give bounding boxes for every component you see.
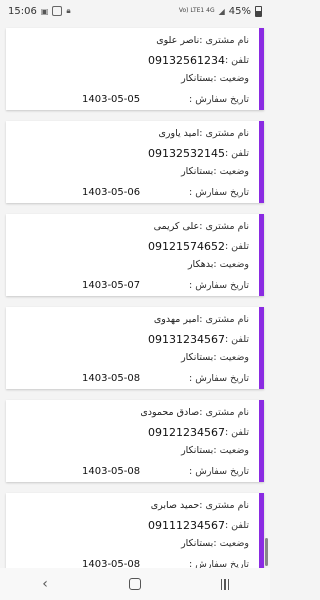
customer-row: نام مشتری : ناصر علوی [156, 35, 249, 46]
signal-icon: ◢ [218, 6, 225, 16]
customer-name: علی کریمی [153, 221, 200, 232]
customer-name: حمید صابری [150, 500, 200, 511]
order-date-label: تاریخ سفارش : [189, 280, 249, 291]
phone-number: 09132561234 [147, 54, 225, 67]
customer-label: نام مشتری : [199, 314, 249, 325]
phone-label: تلفن : [224, 241, 249, 252]
gallery-icon: ▣ [40, 6, 49, 16]
scrollbar-thumb[interactable] [265, 538, 268, 566]
order-date-label: تاریخ سفارش : [189, 187, 249, 198]
status-value: بستانکار [181, 445, 214, 456]
order-date-row: تاریخ سفارش : [189, 559, 249, 568]
back-button[interactable]: ‹ [25, 568, 65, 600]
order-card[interactable]: نام مشتری : صادق محمودی تلفن : 0912123456… [6, 400, 264, 482]
status-value: بستانکار [181, 73, 214, 84]
status-row: وضعیت : بدهکار [188, 259, 249, 270]
order-date-label: تاریخ سفارش : [189, 373, 249, 384]
customer-label: نام مشتری : [199, 221, 249, 232]
status-value: بستانکار [181, 538, 214, 549]
phone-row: تلفن : 09121234567 [148, 426, 249, 439]
phone-number: 09131234567 [147, 333, 225, 346]
phone-label: تلفن : [224, 148, 249, 159]
home-button[interactable] [115, 568, 155, 600]
customer-row: نام مشتری : صادق محمودی [140, 407, 249, 418]
customer-name: امید یاوری [158, 128, 200, 139]
order-list[interactable]: نام مشتری : ناصر علوی تلفن : 09132561234 و… [0, 22, 270, 568]
battery-percent: 45% [228, 5, 251, 17]
customer-label: نام مشتری : [199, 500, 249, 511]
phone-number: 09121574652 [147, 240, 225, 253]
order-date-value: 1403-05-08 [82, 373, 141, 384]
status-label: وضعیت : [213, 166, 249, 177]
order-date-row: تاریخ سفارش : [189, 466, 249, 477]
status-row: وضعیت : بستانکار [181, 445, 249, 456]
phone-label: تلفن : [224, 55, 249, 66]
phone-row: تلفن : 09131234567 [148, 333, 249, 346]
status-label: وضعیت : [213, 352, 249, 363]
customer-row: نام مشتری : حمید صابری [151, 500, 249, 511]
status-label: وضعیت : [213, 73, 249, 84]
status-label: وضعیت : [213, 445, 249, 456]
order-date-row: تاریخ سفارش : [189, 373, 249, 384]
order-card[interactable]: نام مشتری : امید یاوری تلفن : 09132532145… [6, 121, 264, 203]
customer-name: امیر مهدوی [153, 314, 200, 325]
order-card[interactable]: نام مشتری : ناصر علوی تلفن : 09132561234 و… [6, 28, 264, 110]
status-label: وضعیت : [213, 538, 249, 549]
status-bar: 15:06 ▣ 🔒︎ Vo) LTE1 4G ◢ 45% [0, 0, 270, 22]
customer-row: نام مشتری : امید یاوری [158, 128, 249, 139]
order-date-row: تاریخ سفارش : [189, 187, 249, 198]
status-value: بستانکار [181, 166, 214, 177]
phone-row: تلفن : 09132561234 [148, 54, 249, 67]
order-date-value: 1403-05-08 [82, 466, 141, 477]
customer-row: نام مشتری : امیر مهدوی [154, 314, 249, 325]
order-date-row: تاریخ سفارش : [189, 280, 249, 291]
customer-label: نام مشتری : [199, 35, 249, 46]
order-card[interactable]: نام مشتری : علی کریمی تلفن : 09121574652 و… [6, 214, 264, 296]
checkbox-notification-icon [52, 6, 63, 16]
recents-icon [220, 578, 230, 590]
status-row: وضعیت : بستانکار [181, 352, 249, 363]
customer-name: صادق محمودی [140, 407, 200, 418]
navigation-bar: ‹ [0, 568, 270, 600]
order-card[interactable]: نام مشتری : حمید صابری تلفن : 09111234567… [6, 493, 264, 568]
order-date-label: تاریخ سفارش : [189, 559, 249, 568]
phone-number: 09121234567 [147, 426, 225, 439]
phone-label: تلفن : [224, 334, 249, 345]
status-row: وضعیت : بستانکار [181, 538, 249, 549]
order-date-label: تاریخ سفارش : [189, 466, 249, 477]
status-value: بستانکار [181, 352, 214, 363]
status-value: بدهکار [187, 259, 214, 270]
phone-row: تلفن : 09132532145 [148, 147, 249, 160]
customer-name: ناصر علوی [156, 35, 200, 46]
clock: 15:06 [8, 5, 37, 17]
phone-row: تلفن : 09121574652 [148, 240, 249, 253]
phone-row: تلفن : 09111234567 [148, 519, 249, 532]
order-date-row: تاریخ سفارش : [189, 94, 249, 105]
network-indicator: Vo) LTE1 4G [178, 7, 215, 14]
order-date-value: 1403-05-05 [82, 94, 141, 105]
home-icon [129, 578, 141, 590]
order-date-value: 1403-05-08 [82, 559, 141, 568]
battery-icon [255, 5, 262, 17]
status-row: وضعیت : بستانکار [181, 73, 249, 84]
phone-number: 09132532145 [147, 147, 225, 160]
lock-icon: 🔒︎ [66, 6, 71, 15]
customer-label: نام مشتری : [199, 407, 249, 418]
chevron-left-icon: ‹ [42, 576, 48, 592]
recents-button[interactable] [205, 568, 245, 600]
phone-label: تلفن : [224, 520, 249, 531]
customer-row: نام مشتری : علی کریمی [154, 221, 249, 232]
order-date-label: تاریخ سفارش : [189, 94, 249, 105]
status-row: وضعیت : بستانکار [181, 166, 249, 177]
order-card[interactable]: نام مشتری : امیر مهدوی تلفن : 09131234567… [6, 307, 264, 389]
status-label: وضعیت : [213, 259, 249, 270]
phone-label: تلفن : [224, 427, 249, 438]
phone-number: 09111234567 [147, 519, 225, 532]
customer-label: نام مشتری : [199, 128, 249, 139]
order-date-value: 1403-05-06 [82, 187, 141, 198]
order-date-value: 1403-05-07 [82, 280, 141, 291]
